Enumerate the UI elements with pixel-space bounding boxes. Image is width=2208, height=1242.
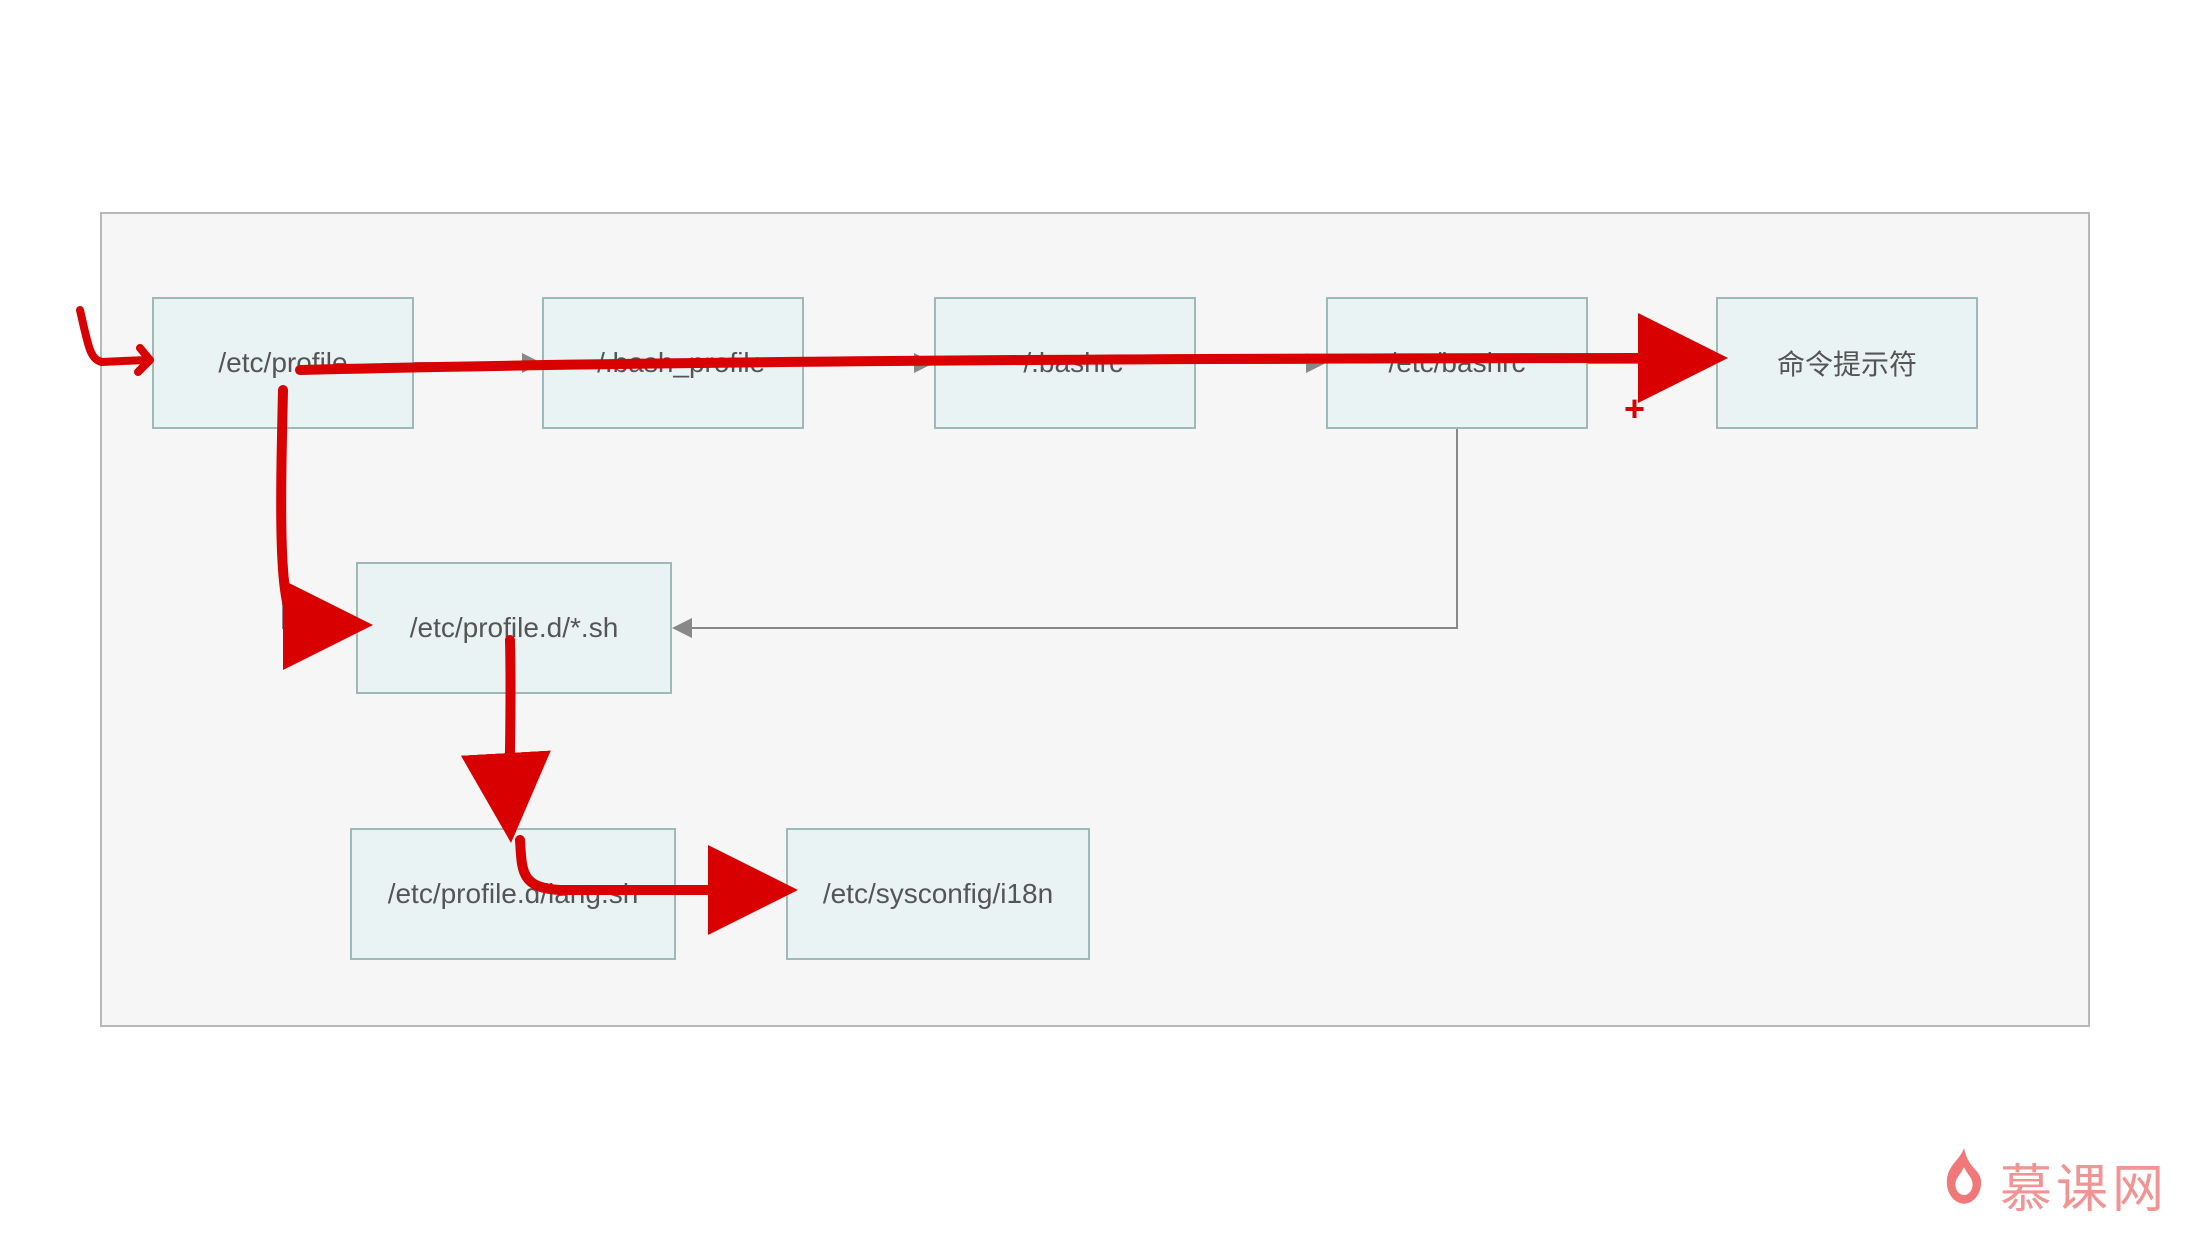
node-sysconfig-i18n: /etc/sysconfig/i18n (786, 828, 1090, 960)
plus-annotation: + (1624, 388, 1645, 430)
node-etc-bashrc: /etc/bashrc (1326, 297, 1588, 429)
node-bashrc: ~/.bashrc (934, 297, 1196, 429)
node-etc-profile: /etc/profile (152, 297, 414, 429)
node-profile-d: /etc/profile.d/*.sh (356, 562, 672, 694)
node-profile-d-lang: /etc/profile.d/lang.sh (350, 828, 676, 960)
watermark-text: 慕课网 (2000, 1147, 2168, 1222)
node-bash-profile: ~/.bash_profile (542, 297, 804, 429)
node-command-prompt: 命令提示符 (1716, 297, 1978, 429)
watermark: 慕课网 (1938, 1147, 2168, 1222)
flame-icon (1938, 1148, 1990, 1221)
